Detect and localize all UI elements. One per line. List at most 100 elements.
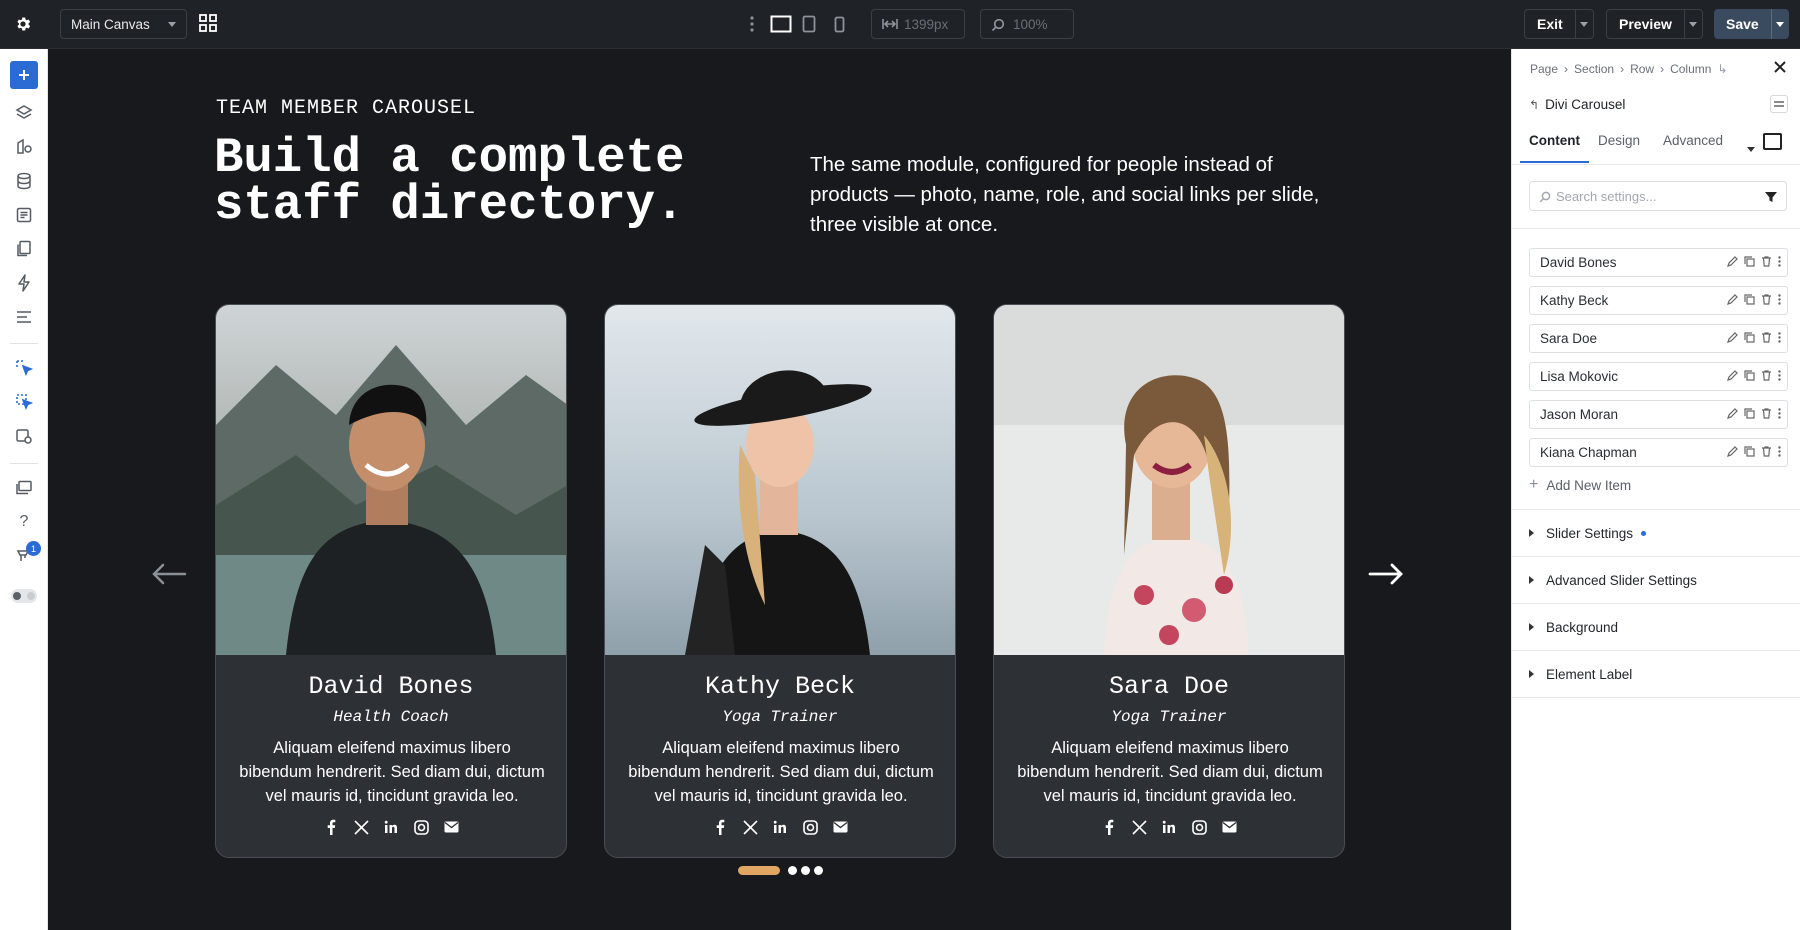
settings-gear-icon[interactable]: [9, 10, 37, 38]
pagination-dot[interactable]: [814, 866, 823, 875]
facebook-icon[interactable]: [711, 818, 729, 836]
close-icon[interactable]: [1773, 60, 1789, 76]
add-new-item-button[interactable]: + Add New Item: [1529, 476, 1631, 494]
trash-icon[interactable]: [1761, 370, 1772, 381]
exit-dropdown-button[interactable]: [1574, 10, 1593, 38]
back-arrow-icon[interactable]: ↰: [1529, 98, 1539, 112]
preview-button[interactable]: Preview: [1607, 10, 1684, 38]
trash-icon[interactable]: [1761, 446, 1772, 457]
facebook-icon[interactable]: [322, 818, 340, 836]
breadcrumb-item[interactable]: Page: [1530, 62, 1558, 76]
panel-layout-icon[interactable]: [1763, 133, 1782, 150]
team-card[interactable]: David Bones Health Coach Aliquam eleifen…: [215, 304, 567, 858]
carousel-item-row[interactable]: Kiana Chapman: [1529, 438, 1788, 467]
carousel-item-row[interactable]: Lisa Mokovic: [1529, 362, 1788, 391]
email-icon[interactable]: [442, 818, 460, 836]
section-slider-settings[interactable]: Slider Settings: [1512, 510, 1800, 557]
section-advanced-slider-settings[interactable]: Advanced Slider Settings: [1512, 557, 1800, 604]
more-vertical-icon[interactable]: [1778, 370, 1781, 381]
notifications-icon[interactable]: 1: [0, 539, 48, 573]
form-icon[interactable]: [0, 198, 48, 232]
duplicate-icon[interactable]: [1744, 256, 1755, 267]
email-icon[interactable]: [831, 818, 849, 836]
duplicate-icon[interactable]: [1744, 332, 1755, 343]
edit-icon[interactable]: [1727, 256, 1738, 267]
more-vertical-icon[interactable]: [1778, 294, 1781, 305]
zoom-input[interactable]: 100%: [980, 9, 1074, 39]
add-module-button[interactable]: [0, 58, 48, 92]
duplicate-icon[interactable]: [1744, 408, 1755, 419]
x-icon[interactable]: [1130, 818, 1148, 836]
carousel-prev-arrow-icon[interactable]: [151, 563, 187, 590]
breadcrumb-item[interactable]: Row: [1630, 62, 1654, 76]
theme-builder-icon[interactable]: [0, 130, 48, 164]
edit-icon[interactable]: [1727, 332, 1738, 343]
tab-content[interactable]: Content: [1529, 133, 1580, 148]
edit-icon[interactable]: [1727, 294, 1738, 305]
exit-button[interactable]: Exit: [1525, 10, 1575, 38]
library-icon[interactable]: [0, 471, 48, 505]
tablet-view-icon[interactable]: [799, 13, 819, 35]
pagination-dot[interactable]: [788, 866, 797, 875]
trash-icon[interactable]: [1761, 294, 1772, 305]
save-dropdown-button[interactable]: [1770, 9, 1789, 39]
edit-icon[interactable]: [1727, 408, 1738, 419]
section-background[interactable]: Background: [1512, 604, 1800, 651]
canvas-select[interactable]: Main Canvas: [60, 9, 187, 39]
more-vertical-icon[interactable]: [1778, 408, 1781, 419]
carousel-item-row[interactable]: Kathy Beck: [1529, 286, 1788, 315]
edit-icon[interactable]: [1727, 446, 1738, 457]
x-icon[interactable]: [352, 818, 370, 836]
duplicate-icon[interactable]: [1744, 446, 1755, 457]
edit-icon[interactable]: [1727, 370, 1738, 381]
more-vertical-icon[interactable]: [1778, 446, 1781, 457]
phone-view-icon[interactable]: [829, 13, 849, 35]
carousel-item-row[interactable]: Sara Doe: [1529, 324, 1788, 353]
duplicate-icon[interactable]: [1744, 294, 1755, 305]
team-card[interactable]: Kathy Beck Yoga Trainer Aliquam eleifend…: [604, 304, 956, 858]
preview-dropdown-button[interactable]: [1683, 10, 1702, 38]
tabs-dropdown-button[interactable]: [1747, 139, 1755, 157]
pagination-dot[interactable]: [801, 866, 810, 875]
linkedin-icon[interactable]: [771, 818, 789, 836]
trash-icon[interactable]: [1761, 408, 1772, 419]
email-icon[interactable]: [1220, 818, 1238, 836]
team-card[interactable]: Sara Doe Yoga Trainer Aliquam eleifend m…: [993, 304, 1345, 858]
dark-mode-toggle[interactable]: [0, 579, 48, 613]
tab-design[interactable]: Design: [1598, 133, 1640, 148]
duplicate-icon[interactable]: [1744, 370, 1755, 381]
facebook-icon[interactable]: [1100, 818, 1118, 836]
preset-settings-icon[interactable]: [0, 419, 48, 453]
tab-advanced[interactable]: Advanced: [1663, 133, 1723, 148]
carousel-item-row[interactable]: David Bones: [1529, 248, 1788, 277]
more-vertical-icon[interactable]: [1778, 332, 1781, 343]
pages-icon[interactable]: [0, 232, 48, 266]
help-icon[interactable]: ?: [0, 505, 48, 539]
instagram-icon[interactable]: [412, 818, 430, 836]
settings-search-input[interactable]: Search settings...: [1529, 181, 1787, 211]
list-settings-icon[interactable]: [0, 300, 48, 334]
trash-icon[interactable]: [1761, 256, 1772, 267]
trash-icon[interactable]: [1761, 332, 1772, 343]
save-button[interactable]: Save: [1714, 9, 1771, 39]
more-vertical-icon[interactable]: [744, 12, 760, 36]
more-vertical-icon[interactable]: [1778, 256, 1781, 267]
instagram-icon[interactable]: [1190, 818, 1208, 836]
linkedin-icon[interactable]: [382, 818, 400, 836]
pagination-dot-active[interactable]: [738, 866, 780, 875]
click-select-icon[interactable]: [0, 351, 48, 385]
carousel-item-row[interactable]: Jason Moran: [1529, 400, 1788, 429]
lightning-icon[interactable]: [0, 266, 48, 300]
layers-icon[interactable]: [0, 96, 48, 130]
linkedin-icon[interactable]: [1160, 818, 1178, 836]
desktop-view-icon[interactable]: [769, 13, 793, 35]
module-options-icon[interactable]: [1770, 95, 1788, 113]
multi-select-icon[interactable]: [0, 385, 48, 419]
canvas-width-input[interactable]: 1399px: [871, 9, 965, 39]
breadcrumb-item[interactable]: Column: [1670, 62, 1711, 76]
x-icon[interactable]: [741, 818, 759, 836]
database-icon[interactable]: [0, 164, 48, 198]
filter-icon[interactable]: [1765, 191, 1777, 203]
instagram-icon[interactable]: [801, 818, 819, 836]
grid-layout-icon[interactable]: [196, 11, 220, 35]
